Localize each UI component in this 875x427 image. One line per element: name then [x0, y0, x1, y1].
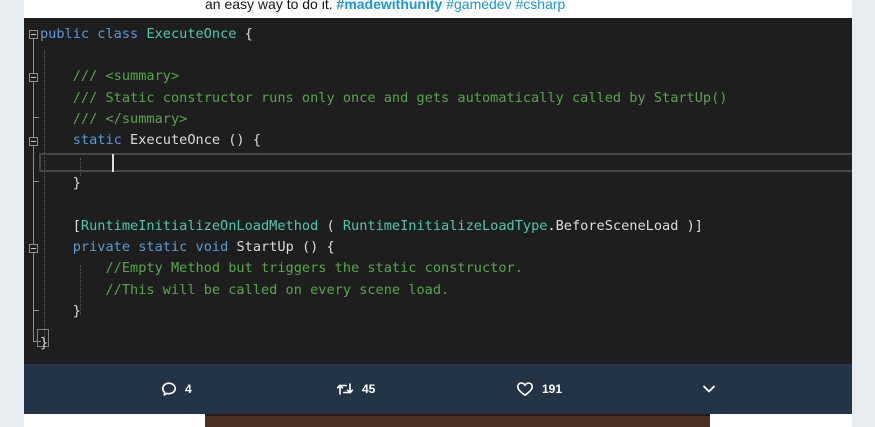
code-line: }	[40, 333, 48, 354]
hashtag-csharp[interactable]: #csharp	[516, 0, 566, 12]
code-line: }	[40, 301, 81, 322]
reply-count: 4	[185, 382, 192, 396]
collapse-class-icon[interactable]	[29, 30, 38, 39]
tweet-text-prefix: an easy way to do it.	[205, 0, 337, 12]
code-token: class	[97, 26, 139, 42]
hashtag-madewithunity[interactable]: #madewithunity	[337, 0, 443, 12]
code-line: [RuntimeInitializeOnLoadMethod ( Runtime…	[40, 216, 703, 237]
outline-line	[33, 82, 34, 117]
code-line: //This will be called on every scene loa…	[40, 280, 449, 301]
code-token: RuntimeInitializeOnLoadMethod	[80, 218, 319, 234]
code-line: /// </summary>	[40, 109, 188, 130]
code-line: }	[40, 173, 81, 194]
reply-button[interactable]: 4	[161, 364, 192, 414]
like-button[interactable]: 191	[516, 364, 562, 414]
reply-icon	[162, 382, 176, 396]
outline-tick	[33, 310, 39, 311]
code-token: }	[40, 335, 49, 351]
collapse-startup-icon[interactable]	[29, 244, 38, 253]
code-token: RuntimeInitializeLoadType	[342, 218, 548, 234]
code-token: //Empty Method but triggers the static c…	[105, 260, 523, 276]
code-token: /// Static constructor runs only once an…	[72, 90, 728, 106]
retweet-count: 45	[362, 382, 376, 396]
code-token: void	[195, 239, 229, 255]
code-token: /// </summary>	[72, 111, 188, 127]
code-token: }	[40, 303, 81, 319]
code-line: public class ExecuteOnce {	[40, 24, 253, 45]
code-token: ExecuteOnce () {	[121, 132, 261, 148]
more-button[interactable]	[702, 364, 724, 414]
code-line: private static void StartUp () {	[40, 237, 335, 258]
hashtag-gamedev[interactable]: #gamedev	[446, 0, 511, 12]
outline-line	[33, 253, 34, 310]
like-count: 191	[542, 382, 563, 396]
collapse-constructor-icon[interactable]	[29, 137, 38, 146]
code-token: {	[236, 26, 253, 42]
code-token: static	[138, 239, 188, 255]
outline-line	[33, 146, 34, 181]
outline-tick	[33, 117, 39, 118]
code-line: /// <summary>	[40, 66, 179, 87]
media-edge	[205, 414, 710, 416]
heart-icon	[517, 382, 533, 396]
code-token: /// <summary>	[72, 68, 180, 84]
code-token: (	[318, 218, 343, 234]
code-token: private	[72, 239, 131, 255]
code-token: [	[40, 218, 81, 234]
code-token: .BeforeSceneLoad )]	[547, 218, 703, 234]
text-caret	[112, 154, 114, 172]
tweet-text: an easy way to do it. #madewithunity #ga…	[205, 0, 565, 12]
code-token: static	[72, 132, 122, 148]
code-token: //This will be called on every scene loa…	[105, 282, 450, 298]
collapse-summary-icon[interactable]	[29, 73, 38, 82]
code-token: StartUp () {	[228, 239, 335, 255]
current-line-highlight	[39, 153, 852, 172]
code-line: static ExecuteOnce () {	[40, 130, 261, 151]
retweet-button[interactable]: 45	[336, 364, 375, 414]
code-token: public	[40, 26, 90, 42]
code-line: //Empty Method but triggers the static c…	[40, 258, 523, 279]
code-token: ExecuteOnce	[146, 26, 237, 42]
outline-tick	[33, 181, 39, 182]
tweet-actions: 4 45 191	[24, 364, 852, 414]
code-line: /// Static constructor runs only once an…	[40, 88, 728, 109]
chevron-down-icon	[703, 385, 715, 393]
next-tweet-media[interactable]	[205, 414, 710, 427]
retweet-icon	[336, 383, 354, 395]
code-token: }	[40, 175, 81, 191]
code-screenshot[interactable]: public class ExecuteOnce { /// <summary>…	[24, 18, 852, 364]
